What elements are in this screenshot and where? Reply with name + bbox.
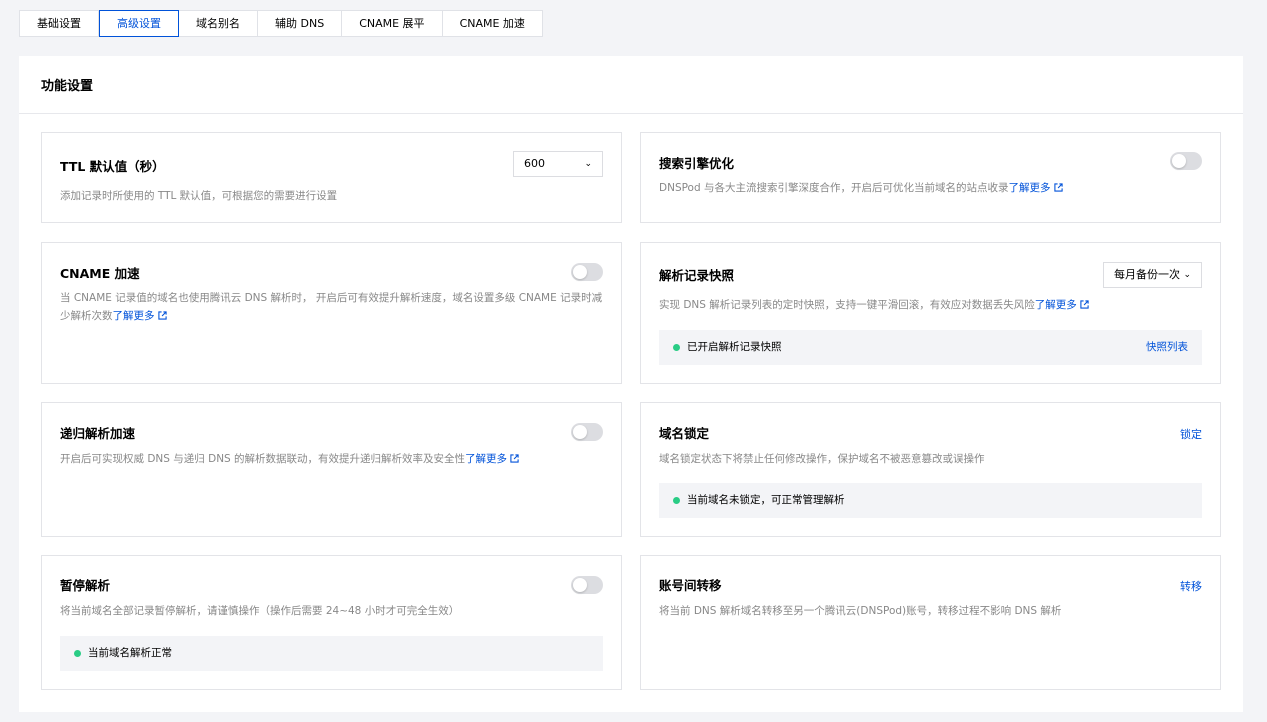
cname-accel-card: CNAME 加速 当 CNAME 记录值的域名也使用腾讯云 DNS 解析时， 开… [41, 242, 622, 384]
domain-lock-status-text: 当前域名未锁定，可正常管理解析 [687, 494, 845, 506]
recursive-accel-desc-text: 开启后可实现权威 DNS 与递归 DNS 的解析数据联动，有效提升递归解析效率及… [60, 453, 466, 465]
snapshot-desc-text: 实现 DNS 解析记录列表的定时快照，支持一键平滑回滚，有效应对数据丢失风险 [659, 299, 1035, 311]
status-dot-icon [673, 344, 680, 351]
pause-status-text: 当前域名解析正常 [88, 647, 172, 659]
snapshot-frequency-value: 每月备份一次 [1114, 268, 1180, 281]
snapshot-desc: 实现 DNS 解析记录列表的定时快照，支持一键平滑回滚，有效应对数据丢失风险了解… [659, 296, 1202, 314]
snapshot-status-text: 已开启解析记录快照 [687, 341, 782, 353]
tab-secondary-dns[interactable]: 辅助 DNS [258, 11, 343, 36]
snapshot-status-bar: 已开启解析记录快照 快照列表 [659, 330, 1202, 365]
ttl-title: TTL 默认值（秒） [60, 159, 165, 174]
cname-accel-learn-more-link[interactable]: 了解更多 [113, 310, 167, 322]
ttl-card: TTL 默认值（秒） 600 ⌄ 添加记录时所使用的 TTL 默认值，可根据您的… [41, 132, 622, 223]
recursive-accel-desc: 开启后可实现权威 DNS 与递归 DNS 的解析数据联动，有效提升递归解析效率及… [60, 450, 603, 468]
external-link-icon [1053, 183, 1063, 192]
seo-title: 搜索引擎优化 [659, 156, 735, 171]
snapshot-learn-more-link[interactable]: 了解更多 [1035, 299, 1089, 311]
cname-accel-toggle[interactable] [571, 263, 603, 281]
seo-desc-text: DNSPod 与各大主流搜索引擎深度合作，开启后可优化当前域名的站点收录 [659, 182, 1009, 194]
pause-resolution-card: 暂停解析 将当前域名全部记录暂停解析，请谨慎操作（操作后需要 24~48 小时才… [41, 555, 622, 690]
recursive-learn-more-label: 了解更多 [465, 453, 508, 465]
tab-domain-alias[interactable]: 域名别名 [179, 11, 258, 36]
cname-accel-desc: 当 CNAME 记录值的域名也使用腾讯云 DNS 解析时， 开启后可有效提升解析… [60, 289, 603, 325]
tab-advanced-settings[interactable]: 高级设置 [99, 10, 179, 37]
recursive-accel-toggle[interactable] [571, 423, 603, 441]
ttl-select[interactable]: 600 ⌄ [513, 151, 603, 177]
feature-settings-panel: 功能设置 TTL 默认值（秒） 600 ⌄ 添加记录时所使用的 TTL 默认值，… [19, 56, 1243, 712]
recursive-accel-card: 递归解析加速 开启后可实现权威 DNS 与递归 DNS 的解析数据联动，有效提升… [41, 402, 622, 537]
chevron-down-icon: ⌄ [1183, 270, 1191, 280]
pause-resolution-title: 暂停解析 [60, 578, 111, 593]
status-dot-icon [74, 650, 81, 657]
external-link-icon [1080, 300, 1089, 309]
pause-resolution-toggle[interactable] [571, 576, 603, 594]
status-dot-icon [673, 497, 680, 504]
ttl-select-value: 600 [524, 157, 545, 170]
seo-learn-more-link[interactable]: 了解更多 [1009, 182, 1063, 194]
seo-card: 搜索引擎优化 DNSPod 与各大主流搜索引擎深度合作，开启后可优化当前域名的站… [640, 132, 1221, 223]
pause-status-bar: 当前域名解析正常 [60, 636, 603, 671]
account-transfer-title: 账号间转移 [659, 578, 722, 593]
snapshot-learn-more-label: 了解更多 [1034, 299, 1077, 311]
lock-button[interactable]: 锁定 [1180, 426, 1202, 442]
external-link-icon [157, 311, 167, 320]
seo-desc: DNSPod 与各大主流搜索引擎深度合作，开启后可优化当前域名的站点收录了解更多 [659, 179, 1202, 197]
domain-lock-title: 域名锁定 [659, 426, 710, 441]
snapshot-frequency-select[interactable]: 每月备份一次 ⌄ [1103, 262, 1202, 288]
transfer-button[interactable]: 转移 [1180, 578, 1202, 594]
pause-resolution-desc: 将当前域名全部记录暂停解析，请谨慎操作（操作后需要 24~48 小时才可完全生效… [60, 605, 460, 617]
tab-basic-settings[interactable]: 基础设置 [20, 11, 99, 36]
domain-lock-status-bar: 当前域名未锁定，可正常管理解析 [659, 483, 1202, 518]
recursive-learn-more-link[interactable]: 了解更多 [465, 453, 519, 465]
chevron-down-icon: ⌄ [584, 159, 592, 169]
snapshot-title: 解析记录快照 [659, 268, 735, 283]
tab-cname-flattening[interactable]: CNAME 展平 [342, 11, 443, 36]
cname-accel-title: CNAME 加速 [60, 266, 140, 281]
seo-toggle[interactable] [1170, 152, 1202, 170]
panel-title: 功能设置 [19, 56, 1243, 114]
recursive-accel-title: 递归解析加速 [60, 426, 136, 441]
account-transfer-card: 账号间转移 转移 将当前 DNS 解析域名转移至另一个腾讯云(DNSPod)账号… [640, 555, 1221, 690]
external-link-icon [510, 454, 519, 463]
snapshot-list-link[interactable]: 快照列表 [1146, 330, 1188, 365]
seo-learn-more-label: 了解更多 [1008, 182, 1051, 194]
settings-tabs: 基础设置 高级设置 域名别名 辅助 DNS CNAME 展平 CNAME 加速 [19, 10, 543, 37]
ttl-desc: 添加记录时所使用的 TTL 默认值，可根据您的需要进行设置 [60, 190, 338, 202]
domain-lock-desc: 域名锁定状态下将禁止任何修改操作，保护域名不被恶意篡改或误操作 [659, 453, 985, 465]
account-transfer-desc: 将当前 DNS 解析域名转移至另一个腾讯云(DNSPod)账号，转移过程不影响 … [659, 605, 1062, 617]
tab-cname-acceleration[interactable]: CNAME 加速 [443, 11, 542, 36]
snapshot-card: 解析记录快照 每月备份一次 ⌄ 实现 DNS 解析记录列表的定时快照，支持一键平… [640, 242, 1221, 384]
cname-accel-learn-more-label: 了解更多 [112, 310, 155, 322]
domain-lock-card: 域名锁定 锁定 域名锁定状态下将禁止任何修改操作，保护域名不被恶意篡改或误操作 … [640, 402, 1221, 537]
